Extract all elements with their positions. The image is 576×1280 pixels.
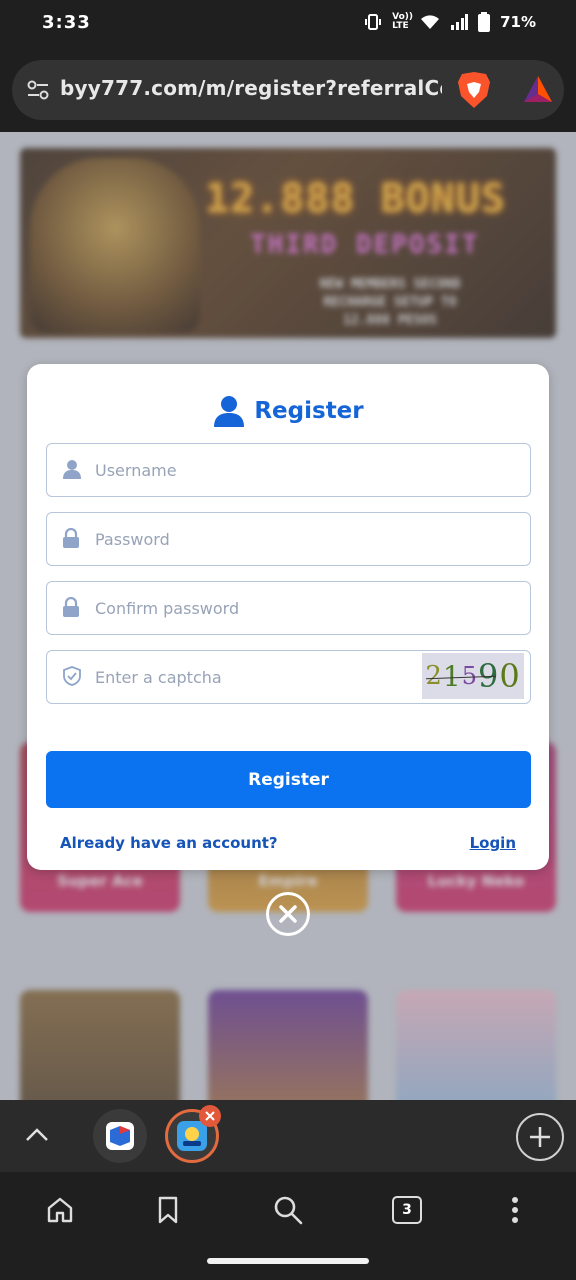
close-icon	[205, 1111, 215, 1121]
lock-icon	[63, 528, 79, 548]
username-input[interactable]	[95, 444, 455, 496]
shield-check-icon	[63, 666, 81, 686]
search-button[interactable]	[270, 1192, 306, 1228]
home-icon	[47, 1197, 73, 1223]
register-modal: Register 2 1 5 9 0 Register Already have…	[27, 364, 549, 870]
bookmarks-button[interactable]	[150, 1192, 186, 1228]
status-icons: Vo)) LTE 71%	[364, 12, 536, 32]
lock-icon	[63, 597, 79, 617]
tab-switcher-button[interactable]: 3	[389, 1192, 425, 1228]
captcha-digit: 0	[499, 657, 521, 695]
password-field[interactable]	[46, 512, 531, 566]
site-favicon-icon	[177, 1121, 207, 1151]
captcha-digit: 1	[442, 659, 462, 693]
already-have-account-text: Already have an account?	[60, 834, 278, 852]
url-text[interactable]: byy777.com/m/register?referralCode	[60, 76, 442, 100]
user-icon	[214, 396, 245, 427]
battery-percent: 71%	[500, 13, 536, 31]
tab-count: 3	[392, 1196, 422, 1224]
home-button[interactable]	[42, 1192, 78, 1228]
more-vertical-icon	[512, 1197, 518, 1223]
status-time: 3:33	[42, 12, 91, 33]
captcha-input[interactable]	[95, 651, 395, 703]
new-tab-button[interactable]	[516, 1113, 564, 1161]
register-button[interactable]: Register	[46, 751, 531, 808]
confirm-password-field[interactable]	[46, 581, 531, 635]
modal-title: Register	[254, 398, 364, 424]
bottom-toolbar: 3	[0, 1172, 576, 1248]
address-bar[interactable]: byy777.com/m/register?referralCode	[12, 60, 564, 120]
close-tab-button[interactable]	[199, 1105, 221, 1127]
system-nav-area	[0, 1248, 576, 1280]
user-icon	[63, 460, 81, 479]
site-favicon-icon	[106, 1122, 134, 1150]
search-icon	[274, 1196, 303, 1225]
tab-strip	[0, 1100, 576, 1172]
site-settings-icon[interactable]	[26, 78, 50, 102]
plus-icon	[530, 1127, 550, 1147]
chevron-up-icon[interactable]	[24, 1122, 50, 1148]
status-bar: 3:33 Vo)) LTE 71%	[0, 0, 576, 48]
vibrate-icon	[365, 14, 382, 30]
bookmark-icon	[158, 1196, 178, 1224]
login-link[interactable]: Login	[470, 834, 516, 852]
username-field[interactable]	[46, 443, 531, 497]
modal-header: Register	[27, 394, 549, 428]
brave-shields-icon[interactable]	[456, 70, 492, 110]
close-modal-button[interactable]	[266, 892, 310, 936]
password-input[interactable]	[95, 513, 455, 565]
signal-icon	[451, 14, 469, 30]
menu-button[interactable]	[497, 1192, 533, 1228]
wifi-icon	[421, 15, 440, 29]
brave-rewards-icon[interactable]	[522, 74, 554, 104]
network-label: Vo)) LTE	[392, 12, 413, 31]
confirm-password-input[interactable]	[95, 582, 455, 634]
gesture-home-pill[interactable]	[207, 1258, 369, 1264]
captcha-digit: 2	[425, 661, 443, 691]
captcha-field[interactable]: 2 1 5 9 0	[46, 650, 531, 704]
close-icon	[279, 905, 297, 923]
battery-icon	[478, 12, 491, 32]
tab-thumbnail[interactable]	[93, 1109, 147, 1163]
browser-address-area: byy777.com/m/register?referralCode	[0, 48, 576, 132]
captcha-image[interactable]: 2 1 5 9 0	[422, 653, 524, 699]
